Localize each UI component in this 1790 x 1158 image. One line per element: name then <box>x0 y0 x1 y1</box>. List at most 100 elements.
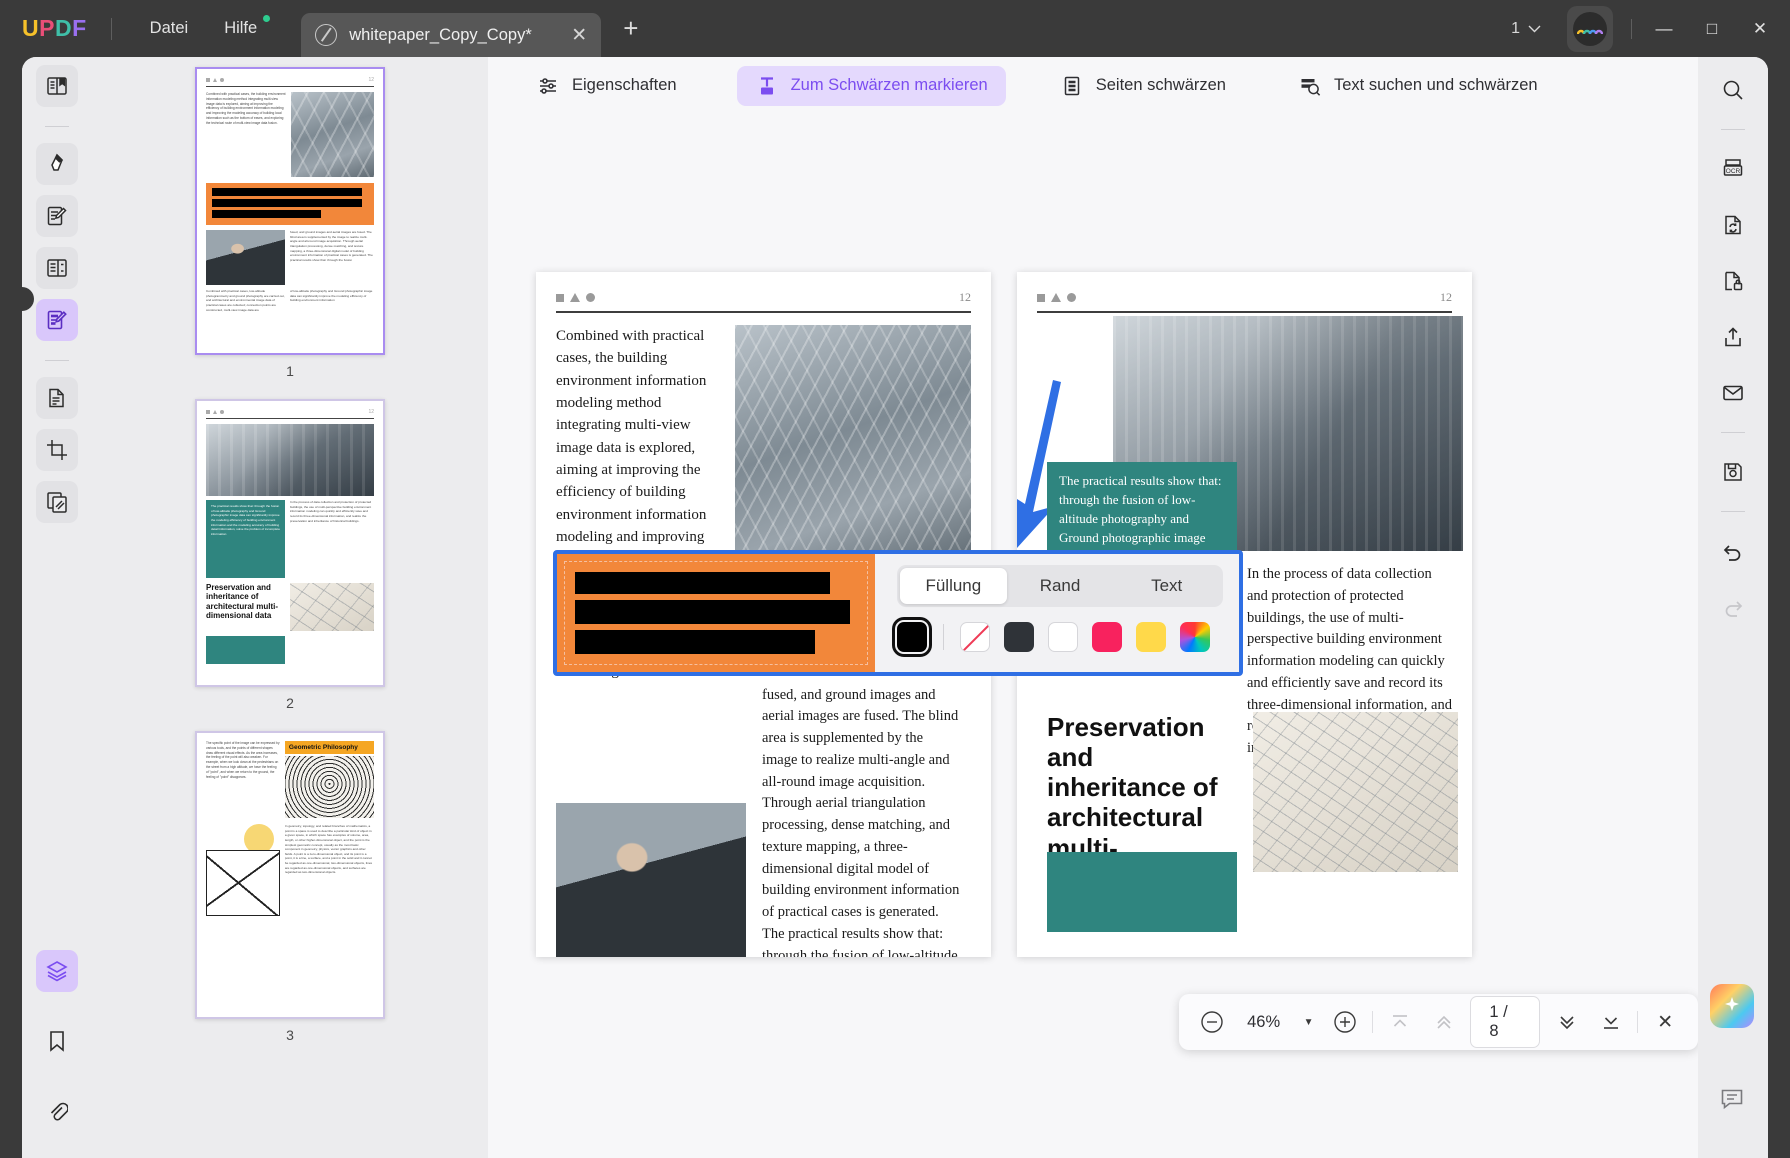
toolbar-text-suchen-und-schwaerzen[interactable]: Text suchen und schwärzen <box>1280 66 1556 106</box>
thumbnail-page-2[interactable]: 12 The practical results show that: thro… <box>195 399 385 687</box>
page-indicator[interactable]: 1 / 8 <box>1470 996 1541 1048</box>
rail-attachment[interactable] <box>36 1090 78 1132</box>
redact-document-icon <box>47 310 67 330</box>
rrail-email[interactable] <box>1712 372 1754 414</box>
zoom-level-value[interactable]: 46% <box>1239 1013 1289 1032</box>
first-page-button[interactable] <box>1383 1005 1417 1039</box>
window-minimize-button[interactable]: — <box>1640 5 1688 53</box>
page-redact-icon <box>1060 74 1084 98</box>
rail-collapse-notch[interactable] <box>22 287 34 311</box>
rrail-undo[interactable] <box>1712 530 1754 572</box>
rail-edit[interactable] <box>36 195 78 237</box>
prev-page-button[interactable] <box>1427 1005 1461 1039</box>
updf-application-window: U P D F Datei Hilfe whitepaper_Copy_Copy… <box>0 0 1790 1158</box>
redaction-properties-tabs[interactable]: Füllung Rand Text <box>897 565 1223 607</box>
undo-arrow-icon <box>1723 545 1741 561</box>
thumbnail-page-1[interactable]: 12 Combined with practical cases, the bu… <box>195 67 385 355</box>
next-page-button[interactable] <box>1550 1005 1584 1039</box>
page-right-decor-marks <box>1037 293 1076 302</box>
user-avatar[interactable] <box>1567 5 1613 52</box>
thumbnail-item-2[interactable]: 12 The practical results show that: thro… <box>92 399 488 731</box>
zoom-out-button[interactable] <box>1195 1005 1229 1039</box>
rail-layers[interactable] <box>36 950 78 992</box>
swatch-none[interactable] <box>960 622 990 652</box>
circle-mark-icon <box>586 293 595 302</box>
page-right-header: 12 <box>1037 290 1452 311</box>
rail-organize[interactable] <box>36 377 78 419</box>
rrail-protect[interactable] <box>1712 260 1754 302</box>
redaction-bar-3 <box>575 630 815 654</box>
rrail-convert[interactable] <box>1712 204 1754 246</box>
window-close-button[interactable]: ✕ <box>1736 5 1784 53</box>
ocr-icon: OCR <box>1723 159 1743 176</box>
bottom-divider-2 <box>1637 1011 1639 1033</box>
thumbnail-panel[interactable]: 12 Combined with practical cases, the bu… <box>92 57 488 1158</box>
next-page-icon <box>1560 1016 1574 1030</box>
rail-reader[interactable] <box>36 65 78 107</box>
rrail-redo[interactable] <box>1712 586 1754 628</box>
rail-comment[interactable] <box>36 143 78 185</box>
prev-page-icon <box>1436 1015 1451 1029</box>
swatch-current-black[interactable] <box>892 617 932 657</box>
circle-mark-icon <box>1067 293 1076 302</box>
tab-close-icon[interactable]: ✕ <box>571 24 587 47</box>
redaction-selection-preview[interactable] <box>557 554 875 672</box>
triangle-mark-icon <box>570 293 580 302</box>
page-left-rule <box>556 311 971 313</box>
rrail-save[interactable] <box>1712 451 1754 493</box>
toolbar-text-suchen-und-schwaerzen-label: Text suchen und schwärzen <box>1333 76 1538 94</box>
thumbnail-item-3[interactable]: The specific point of the image can be e… <box>92 731 488 1063</box>
window-maximize-button[interactable]: □ <box>1688 5 1736 53</box>
swatch-rainbow[interactable] <box>1180 622 1210 652</box>
rail-compare[interactable] <box>36 481 78 523</box>
redaction-selection-popup[interactable]: Füllung Rand Text <box>553 550 1243 676</box>
popup-tab-text[interactable]: Text <box>1113 568 1220 604</box>
rrail-ocr[interactable]: OCR <box>1712 148 1754 190</box>
page-right-pencil-photo <box>1253 712 1458 872</box>
window-controls-group: 1 — □ ✕ <box>1501 5 1790 53</box>
last-page-button[interactable] <box>1594 1005 1628 1039</box>
logo-letter-f: F <box>72 15 87 41</box>
rail-redact[interactable] <box>36 299 78 341</box>
document-canvas[interactable]: 12 Combined with practical cases, the bu… <box>488 114 1698 1158</box>
window-page-selector-value: 1 <box>1511 19 1520 37</box>
chat-comment-button[interactable] <box>1714 1080 1750 1116</box>
square-mark-icon <box>556 293 564 302</box>
document-tab[interactable]: whitepaper_Copy_Copy* ✕ <box>301 13 602 57</box>
search-icon <box>1723 80 1743 100</box>
thumbnail-item-1[interactable]: 12 Combined with practical cases, the bu… <box>92 67 488 399</box>
share-upload-icon <box>1725 327 1741 347</box>
toolbar-eigenschaften[interactable]: Eigenschaften <box>518 66 695 106</box>
form-fields-icon <box>47 259 67 277</box>
compare-pages-icon <box>47 492 67 513</box>
swatch-pink[interactable] <box>1092 622 1122 652</box>
toolbar-zum-schwaerzen-markieren[interactable]: Zum Schwärzen markieren <box>736 65 1006 106</box>
popup-tab-rand[interactable]: Rand <box>1007 568 1114 604</box>
rrail-search[interactable] <box>1712 69 1754 111</box>
thumb3-title: Geometric Philosophy <box>284 741 374 754</box>
new-tab-button[interactable]: + <box>623 13 638 44</box>
thumbnail-page-3[interactable]: The specific point of the image can be e… <box>195 731 385 1019</box>
logo-letter-u: U <box>22 15 40 41</box>
swatch-dark-gray[interactable] <box>1004 622 1034 652</box>
ai-assistant-button[interactable] <box>1710 984 1754 1028</box>
menu-datei[interactable]: Datei <box>132 13 207 44</box>
window-page-selector[interactable]: 1 <box>1501 16 1551 42</box>
rail-divider-1 <box>45 126 69 127</box>
rail-crop[interactable] <box>36 429 78 471</box>
close-navigation-button[interactable]: ✕ <box>1648 1005 1682 1039</box>
thumbnail-label-1: 1 <box>286 363 294 379</box>
zoom-in-button[interactable] <box>1328 1005 1362 1039</box>
toolbar-seiten-schwaerzen[interactable]: Seiten schwärzen <box>1042 66 1244 106</box>
swatch-yellow[interactable] <box>1136 622 1166 652</box>
zoom-dropdown-button[interactable]: ▼ <box>1299 1005 1319 1039</box>
right-tool-rail: OCR <box>1698 57 1768 1158</box>
menu-hilfe[interactable]: Hilfe <box>206 13 275 44</box>
rrail-share[interactable] <box>1712 316 1754 358</box>
rail-bookmark[interactable] <box>36 1020 78 1062</box>
rail-forms[interactable] <box>36 247 78 289</box>
swatch-white[interactable] <box>1048 622 1078 652</box>
rainbow-avatar-icon <box>1577 29 1603 34</box>
square-mark-icon <box>1037 293 1045 302</box>
popup-tab-fuellung[interactable]: Füllung <box>900 568 1007 604</box>
